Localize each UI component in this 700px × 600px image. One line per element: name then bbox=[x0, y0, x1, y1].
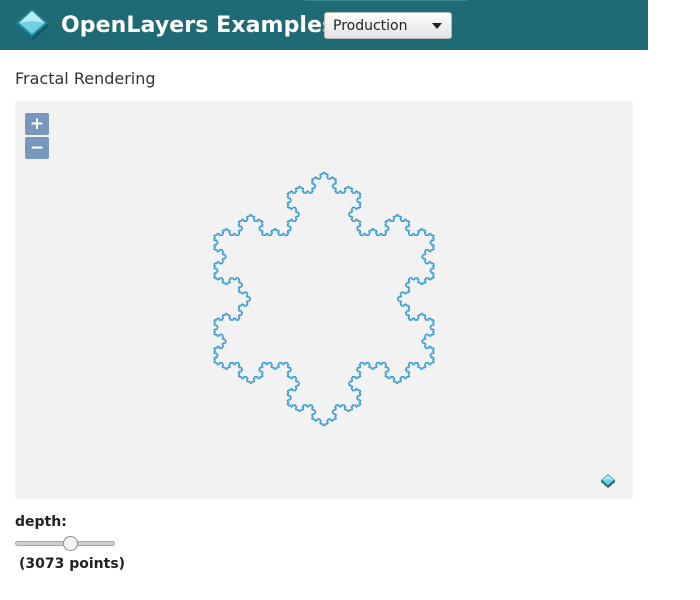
depth-label: depth: bbox=[15, 514, 67, 530]
koch-snowflake-feature bbox=[213, 171, 435, 427]
depth-slider-thumb[interactable] bbox=[62, 536, 78, 551]
header-bar: OpenLayers Examples Production bbox=[0, 0, 648, 50]
header-accent-line bbox=[305, 0, 467, 1]
map-viewport[interactable]: + − bbox=[15, 101, 633, 499]
openlayers-logo-icon bbox=[16, 9, 48, 41]
zoom-out-button[interactable]: − bbox=[25, 137, 49, 159]
attribution-logo-icon[interactable] bbox=[600, 473, 616, 489]
mode-select-value: Production bbox=[333, 17, 408, 34]
points-count: (3073 points) bbox=[19, 556, 126, 572]
depth-slider[interactable] bbox=[15, 536, 115, 552]
mode-select[interactable]: Production bbox=[324, 12, 452, 39]
zoom-in-button[interactable]: + bbox=[25, 113, 49, 135]
chevron-down-icon bbox=[432, 22, 442, 29]
page-title: Fractal Rendering bbox=[15, 69, 156, 88]
brand-link[interactable]: OpenLayers Examples bbox=[14, 6, 335, 44]
brand-title: OpenLayers Examples bbox=[61, 12, 336, 38]
map-canvas[interactable] bbox=[15, 101, 633, 499]
zoom-controls: + − bbox=[25, 113, 49, 161]
